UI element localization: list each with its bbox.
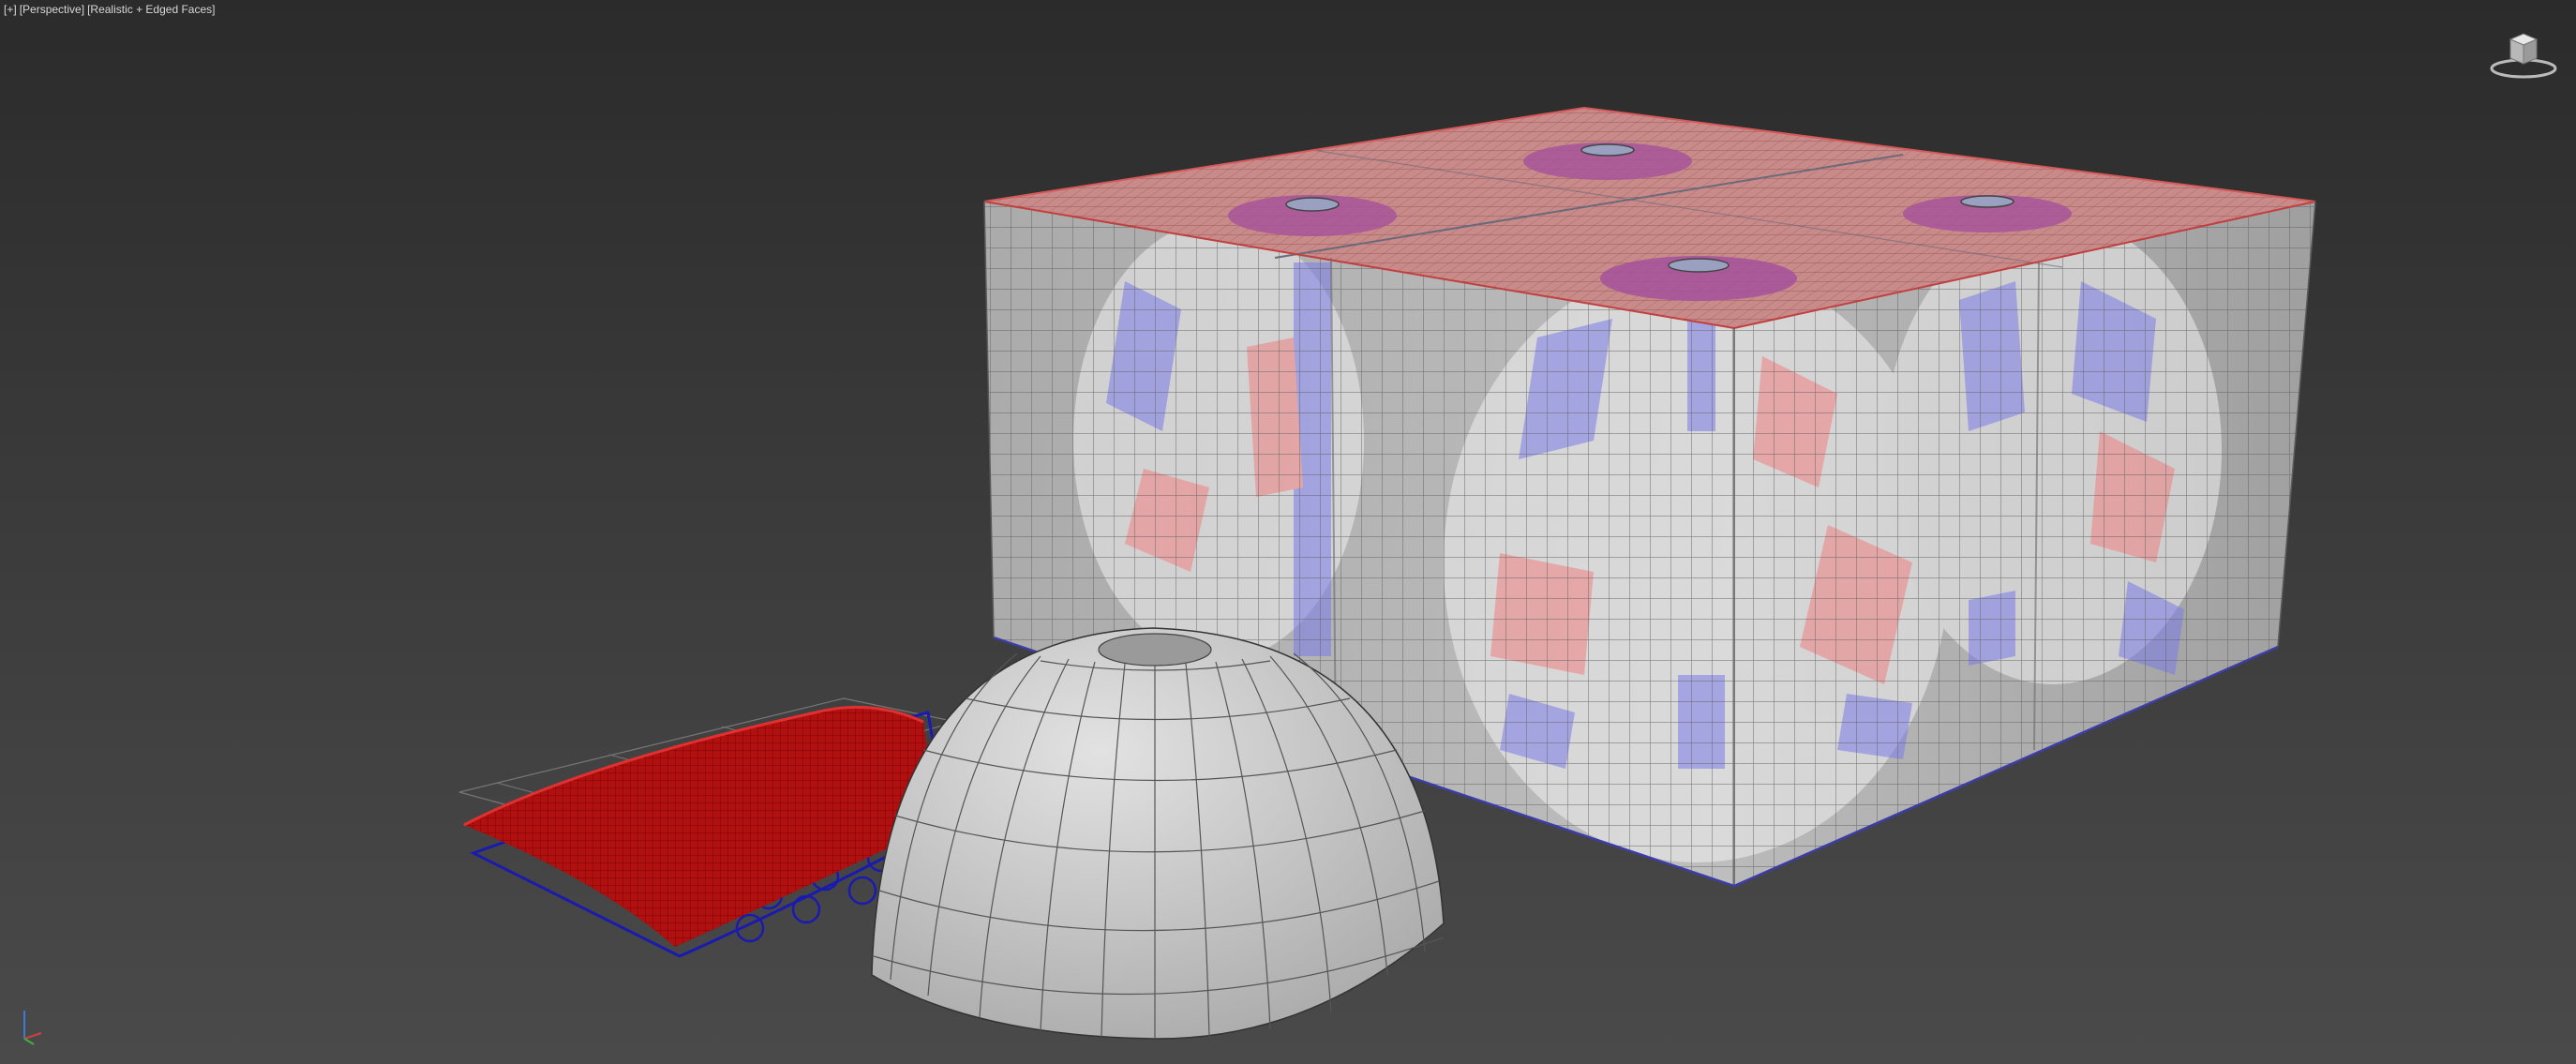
viewcube-icon[interactable] bbox=[2486, 26, 2561, 82]
axis-tripod-icon bbox=[23, 1011, 42, 1045]
scene-render[interactable] bbox=[0, 0, 2576, 1064]
perspective-viewport[interactable]: [+] [Perspective] [Realistic + Edged Fac… bbox=[0, 0, 2576, 1064]
